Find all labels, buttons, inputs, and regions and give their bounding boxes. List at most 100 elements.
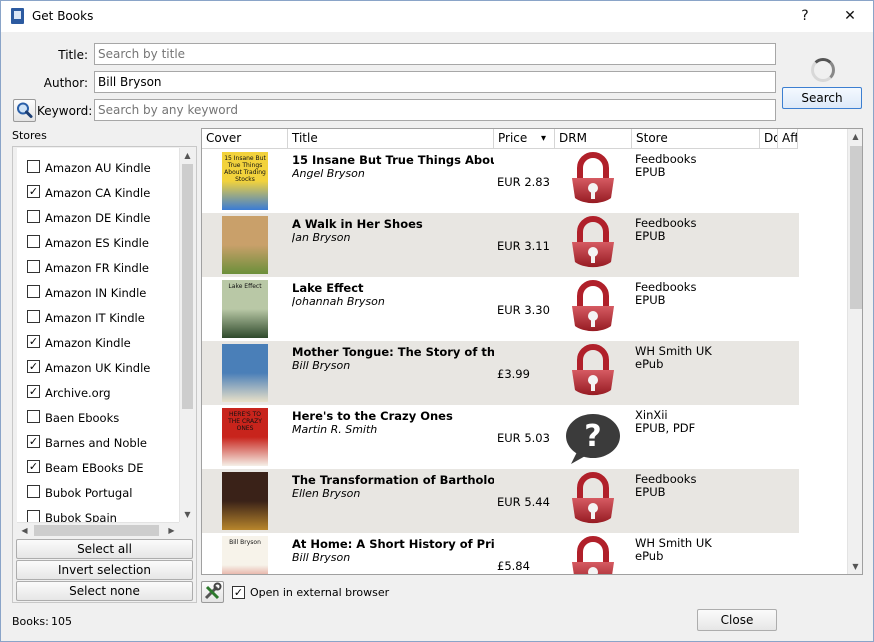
scrollbar-thumb[interactable] (850, 146, 862, 309)
store-checkbox[interactable] (27, 485, 40, 498)
table-row[interactable]: The Transformation of BartholomewEllen B… (202, 469, 799, 533)
scroll-down-arrow-icon[interactable]: ▼ (180, 507, 195, 522)
drm-locked-icon (566, 152, 620, 210)
store-checkbox[interactable] (27, 310, 40, 323)
column-header-price[interactable]: Price ▾ (494, 129, 555, 149)
book-cover-image (222, 344, 268, 402)
column-header-label: Cover (206, 131, 242, 145)
column-header-title[interactable]: Title (288, 129, 494, 149)
store-checkbox[interactable] (27, 210, 40, 223)
book-format: EPUB, PDF (635, 422, 696, 435)
store-checkbox[interactable]: ✓ (27, 185, 40, 198)
drm-locked-icon (566, 344, 620, 402)
store-checkbox[interactable] (27, 510, 40, 522)
scrollbar-thumb[interactable] (182, 164, 193, 409)
table-row[interactable]: Mother Tongue: The Story of the EngBill … (202, 341, 799, 405)
scrollbar-thumb[interactable] (34, 525, 159, 536)
table-row[interactable]: A Walk in Her Shoes Jan Bryson EUR 3.11 Fee… (202, 213, 799, 277)
book-author: Martin R. Smith (292, 423, 378, 436)
stores-heading: Stores (12, 129, 47, 142)
stores-horizontal-scrollbar[interactable]: ◀ ▶ (17, 522, 179, 537)
scroll-up-arrow-icon[interactable]: ▲ (848, 129, 862, 144)
store-item[interactable]: ✓ Amazon UK Kindle (17, 355, 179, 380)
scroll-left-arrow-icon[interactable]: ◀ (17, 523, 32, 538)
store-item[interactable]: Bubok Portugal (17, 480, 179, 505)
book-format: ePub (635, 358, 664, 371)
keyword-field[interactable] (94, 99, 776, 121)
book-author: Bill Bryson (292, 551, 351, 564)
store-item[interactable]: ✓ Barnes and Noble (17, 430, 179, 455)
column-header-label: Title (292, 131, 318, 145)
column-header-cover[interactable]: Cover (202, 129, 288, 149)
invert-selection-button[interactable]: Invert selection (16, 560, 193, 580)
title-field[interactable] (94, 43, 776, 65)
store-checkbox[interactable] (27, 235, 40, 248)
book-format: EPUB (635, 230, 666, 243)
store-item[interactable]: Amazon IN Kindle (17, 280, 179, 305)
store-item[interactable]: Baen Ebooks (17, 405, 179, 430)
select-all-button[interactable]: Select all (16, 539, 193, 559)
table-row[interactable]: Bill Bryson At Home: A Short History of P… (202, 533, 799, 574)
window-title: Get Books (32, 9, 94, 23)
store-checkbox[interactable] (27, 260, 40, 273)
scroll-up-arrow-icon[interactable]: ▲ (180, 148, 195, 163)
column-header-do[interactable]: Do (760, 129, 778, 149)
store-checkbox[interactable]: ✓ (27, 385, 40, 398)
book-cover-image (222, 472, 268, 530)
cover-text: Lake Effect (228, 283, 262, 290)
store-label: Amazon CA Kindle (45, 186, 151, 200)
store-checkbox[interactable] (27, 160, 40, 173)
keyword-search-button[interactable] (13, 99, 36, 122)
store-item[interactable]: ✓ Archive.org (17, 380, 179, 405)
store-name: XinXii (635, 409, 668, 422)
close-window-button[interactable]: ✕ (828, 1, 872, 32)
book-price: EUR 5.44 (497, 495, 550, 509)
store-checkbox[interactable] (27, 285, 40, 298)
column-header-aff[interactable]: Aff (778, 129, 798, 149)
store-checkbox[interactable]: ✓ (27, 435, 40, 448)
books-count-value: 105 (51, 615, 72, 628)
scroll-down-arrow-icon[interactable]: ▼ (848, 559, 862, 574)
close-button[interactable]: Close (697, 609, 777, 631)
results-vertical-scrollbar[interactable]: ▲ ▼ (847, 129, 862, 574)
store-checkbox[interactable] (27, 410, 40, 423)
book-title: A Walk in Her Shoes (292, 217, 423, 231)
table-row[interactable]: Lake Effect Lake Effect Johannah Bryson EUR… (202, 277, 799, 341)
book-format: EPUB (635, 486, 666, 499)
store-item[interactable]: Amazon ES Kindle (17, 230, 179, 255)
store-name: WH Smith UK (635, 345, 712, 358)
store-item[interactable]: Amazon AU Kindle (17, 155, 179, 180)
author-field[interactable] (94, 71, 776, 93)
book-format: EPUB (635, 166, 666, 179)
stores-vertical-scrollbar[interactable]: ▲ ▼ (179, 148, 194, 522)
table-row[interactable]: 15 Insane But True Things About Trading … (202, 149, 799, 213)
help-button[interactable]: ? (783, 1, 827, 32)
store-item[interactable]: ✓ Beam EBooks DE (17, 455, 179, 480)
store-label: Amazon AU Kindle (45, 161, 151, 175)
book-title: Lake Effect (292, 281, 364, 295)
store-checkbox[interactable]: ✓ (27, 335, 40, 348)
store-item[interactable]: ✓ Amazon Kindle (17, 330, 179, 355)
store-item[interactable]: Amazon FR Kindle (17, 255, 179, 280)
store-item[interactable]: ✓ Amazon CA Kindle (17, 180, 179, 205)
column-header-drm[interactable]: DRM (555, 129, 632, 149)
store-item[interactable]: Bubok Spain (17, 505, 179, 522)
store-checkbox[interactable]: ✓ (27, 460, 40, 473)
cover-text: Bill Bryson (229, 539, 261, 546)
open-external-checkbox[interactable]: ✓ (232, 586, 245, 599)
scroll-right-arrow-icon[interactable]: ▶ (164, 523, 179, 538)
search-button[interactable]: Search (782, 87, 862, 109)
store-checkbox[interactable]: ✓ (27, 360, 40, 373)
select-none-button[interactable]: Select none (16, 581, 193, 601)
drm-locked-icon (566, 536, 620, 574)
store-label: Amazon FR Kindle (45, 261, 149, 275)
title-label: Title: (58, 48, 88, 62)
table-row[interactable]: HERE'S TO THE CRAZY ONES Here's to the Cr… (202, 405, 799, 469)
store-name: Feedbooks (635, 281, 697, 294)
stores-list[interactable]: Amazon AU Kindle ✓ Amazon CA Kindle Amazon … (17, 148, 179, 522)
configure-tools-button[interactable] (201, 581, 224, 603)
store-item[interactable]: Amazon DE Kindle (17, 205, 179, 230)
drm-locked-icon (566, 216, 620, 274)
store-item[interactable]: Amazon IT Kindle (17, 305, 179, 330)
column-header-store[interactable]: Store (632, 129, 760, 149)
